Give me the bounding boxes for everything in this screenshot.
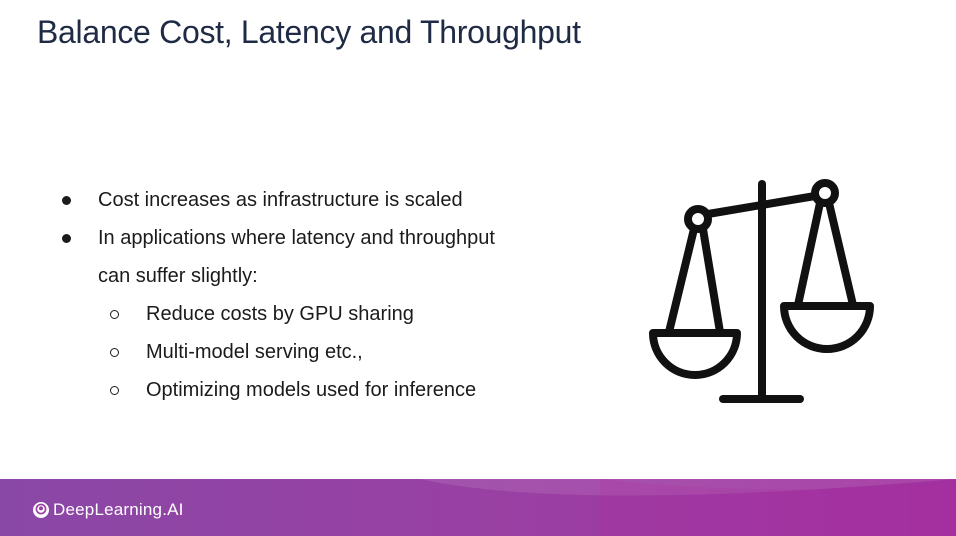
sub-bullet-item: Reduce costs by GPU sharing: [60, 295, 560, 333]
brand-logo: DeepLearning.AI: [32, 499, 184, 521]
sub-bullet-text: Reduce costs by GPU sharing: [146, 303, 414, 325]
sub-bullet-item: Optimizing models used for inference: [60, 371, 560, 409]
bullet-item: Cost increases as infrastructure is scal…: [60, 181, 560, 219]
slide-title: Balance Cost, Latency and Throughput: [37, 14, 581, 50]
sub-bullet-ring-icon: [110, 310, 119, 319]
sub-bullet-item: Multi-model serving etc.,: [60, 333, 560, 371]
sub-bullet-text: Optimizing models used for inference: [146, 379, 477, 401]
bullet-text-continued: can suffer slightly:: [98, 265, 258, 287]
sub-bullet-text: Multi-model serving etc.,: [146, 341, 363, 363]
brand-name: DeepLearning.AI: [53, 500, 184, 519]
deeplearning-logo-icon: [33, 502, 49, 518]
balance-scale-icon: [649, 179, 874, 403]
bullet-text: Cost increases as infrastructure is scal…: [98, 189, 463, 211]
sub-bullet-ring-icon: [110, 386, 119, 395]
bullet-dot-icon: [62, 234, 71, 243]
bullet-text: In applications where latency and throug…: [98, 227, 495, 249]
bullet-item: In applications where latency and throug…: [60, 219, 560, 295]
sub-bullet-ring-icon: [110, 348, 119, 357]
bullet-dot-icon: [62, 196, 71, 205]
bullet-list: Cost increases as infrastructure is scal…: [60, 181, 560, 409]
